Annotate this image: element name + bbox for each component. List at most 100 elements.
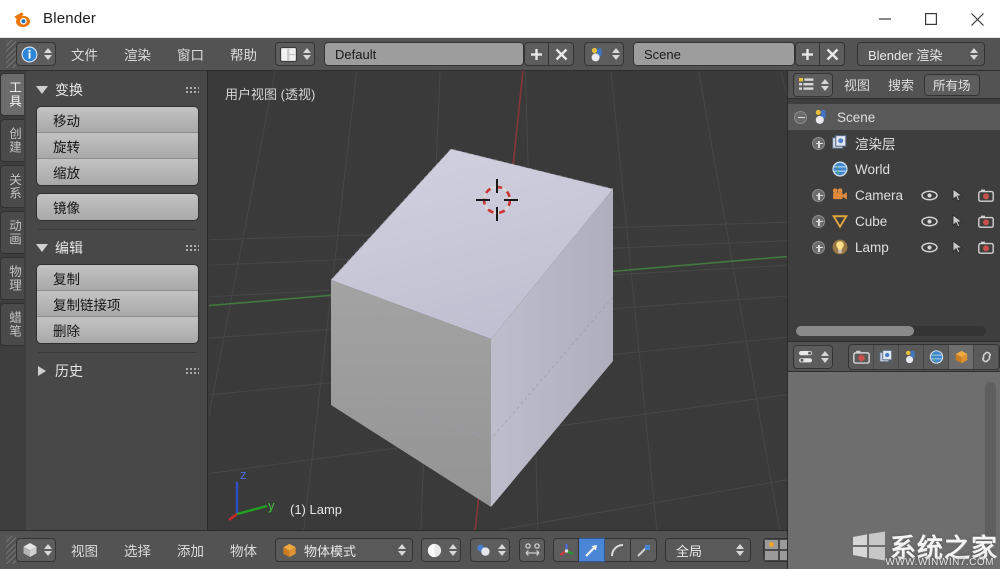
3d-viewport[interactable]: 用户视图 (透视) z y (1) Lamp bbox=[209, 71, 787, 530]
screen-remove-button[interactable] bbox=[549, 42, 574, 66]
outliner-editor-type-selector[interactable] bbox=[793, 72, 833, 97]
section-header-history[interactable]: 历史 bbox=[36, 361, 199, 381]
constraints-tab-icon[interactable] bbox=[974, 344, 999, 369]
tree-row-scene[interactable]: Scene bbox=[788, 104, 1000, 130]
eye-icon[interactable] bbox=[921, 240, 938, 255]
render-engine-selector[interactable]: Blender 渲染 bbox=[857, 42, 985, 66]
mesh-icon bbox=[830, 212, 849, 231]
render-tab-icon[interactable] bbox=[849, 344, 874, 369]
menu-object[interactable]: 物体 bbox=[230, 540, 257, 560]
drag-dots-icon[interactable] bbox=[185, 366, 199, 376]
viewport-shading-selector[interactable] bbox=[421, 538, 461, 562]
screen-add-button[interactable] bbox=[524, 42, 549, 66]
layer-cell[interactable] bbox=[764, 550, 779, 561]
menu-file[interactable]: 文件 bbox=[71, 44, 98, 64]
delete-button[interactable]: 删除 bbox=[37, 317, 198, 343]
scale-button[interactable]: 缩放 bbox=[37, 159, 198, 185]
menu-view[interactable]: 视图 bbox=[844, 75, 870, 94]
minimize-icon[interactable] bbox=[862, 0, 908, 38]
camera-render-icon[interactable] bbox=[977, 188, 994, 203]
menu-select[interactable]: 选择 bbox=[124, 540, 151, 560]
tab-label: 动画 bbox=[7, 219, 21, 246]
sidebar-item-tools[interactable]: 工具 bbox=[0, 73, 24, 116]
properties-scrollbar[interactable] bbox=[985, 382, 996, 542]
cursor-arrow-icon[interactable] bbox=[949, 188, 966, 203]
collapse-toggle-icon[interactable] bbox=[794, 110, 807, 124]
camera-render-icon[interactable] bbox=[977, 240, 994, 255]
expand-toggle-icon[interactable] bbox=[812, 188, 825, 202]
menu-view[interactable]: 视图 bbox=[71, 540, 98, 560]
sidebar-item-physics[interactable]: 物理 bbox=[0, 257, 24, 300]
screen-layout-selector[interactable] bbox=[275, 42, 315, 66]
scene-selector[interactable] bbox=[584, 42, 624, 66]
scene-tab-icon[interactable] bbox=[899, 344, 924, 369]
tree-row-render-layers[interactable]: 渲染层 bbox=[788, 130, 1000, 156]
mirror-button[interactable]: 镜像 bbox=[37, 194, 198, 220]
tree-row-cube[interactable]: Cube bbox=[788, 208, 1000, 234]
rotate-button[interactable]: 旋转 bbox=[37, 133, 198, 159]
outliner-scrollbar[interactable] bbox=[796, 326, 986, 336]
tree-row-camera[interactable]: Camera bbox=[788, 182, 1000, 208]
layer-cell[interactable] bbox=[764, 539, 779, 550]
3d-view-editor-type-selector[interactable] bbox=[16, 538, 56, 562]
chevron-updown-icon bbox=[396, 541, 407, 559]
close-icon[interactable] bbox=[954, 0, 1000, 38]
snap-icon[interactable] bbox=[519, 538, 545, 562]
info-editor-type-selector[interactable] bbox=[16, 42, 56, 66]
menu-render[interactable]: 渲染 bbox=[124, 44, 151, 64]
sidebar-item-relations[interactable]: 关系 bbox=[0, 165, 24, 208]
eye-icon[interactable] bbox=[921, 214, 938, 229]
render-layers-icon bbox=[830, 134, 849, 153]
menu-search[interactable]: 搜索 bbox=[888, 75, 914, 94]
chevron-updown-icon bbox=[447, 541, 458, 559]
expand-toggle-icon[interactable] bbox=[812, 136, 825, 150]
tool-shelf-content: 变换 移动 旋转 缩放 镜像 编辑 复制 复制链接项 删除 历史 bbox=[26, 71, 207, 530]
expand-toggle-icon[interactable] bbox=[812, 214, 825, 228]
translate-button[interactable]: 移动 bbox=[37, 107, 198, 133]
scene-name-field[interactable]: Scene bbox=[633, 42, 795, 66]
interaction-mode-selector[interactable]: 物体模式 bbox=[275, 538, 413, 562]
tree-row-label: Cube bbox=[855, 213, 888, 229]
sidebar-item-create[interactable]: 创建 bbox=[0, 119, 24, 162]
translate-manipulator-icon[interactable] bbox=[579, 538, 605, 562]
divider bbox=[38, 229, 197, 230]
triangle-down-icon bbox=[36, 86, 48, 94]
properties-editor-type-selector[interactable] bbox=[793, 344, 833, 369]
world-tab-icon[interactable] bbox=[924, 344, 949, 369]
duplicate-button[interactable]: 复制 bbox=[37, 265, 198, 291]
mirror-button-group: 镜像 bbox=[36, 193, 199, 221]
tree-row-world[interactable]: World bbox=[788, 156, 1000, 182]
camera-render-icon[interactable] bbox=[977, 214, 994, 229]
transform-orientation-selector[interactable]: 全局 bbox=[665, 538, 751, 562]
drag-dots-icon[interactable] bbox=[185, 243, 199, 253]
section-header-edit[interactable]: 编辑 bbox=[36, 238, 199, 258]
cursor-arrow-icon[interactable] bbox=[949, 240, 966, 255]
sidebar-item-grease-pencil[interactable]: 蜡笔 bbox=[0, 303, 24, 346]
scene-add-button[interactable] bbox=[795, 42, 820, 66]
transform-button-group: 移动 旋转 缩放 bbox=[36, 106, 199, 186]
sidebar-item-animation[interactable]: 动画 bbox=[0, 211, 24, 254]
scale-manipulator-icon[interactable] bbox=[631, 538, 657, 562]
menu-help[interactable]: 帮助 bbox=[230, 44, 257, 64]
info-editor-icon bbox=[20, 45, 39, 64]
tree-row-label: Lamp bbox=[855, 239, 889, 255]
tree-row-lamp[interactable]: Lamp bbox=[788, 234, 1000, 260]
rotate-manipulator-icon[interactable] bbox=[605, 538, 631, 562]
maximize-icon[interactable] bbox=[908, 0, 954, 38]
tree-row-toggles bbox=[921, 188, 994, 203]
eye-icon[interactable] bbox=[921, 188, 938, 203]
duplicate-linked-button[interactable]: 复制链接项 bbox=[37, 291, 198, 317]
screen-layout-name-field[interactable]: Default bbox=[324, 42, 524, 66]
render-layers-tab-icon[interactable] bbox=[874, 344, 899, 369]
drag-dots-icon[interactable] bbox=[185, 85, 199, 95]
pivot-point-selector[interactable] bbox=[470, 538, 510, 562]
menu-window[interactable]: 窗口 bbox=[177, 44, 204, 64]
menu-add[interactable]: 添加 bbox=[177, 540, 204, 560]
object-tab-icon[interactable] bbox=[949, 344, 974, 369]
scene-remove-button[interactable] bbox=[820, 42, 845, 66]
manipulator-toggle-icon[interactable] bbox=[553, 538, 579, 562]
cursor-arrow-icon[interactable] bbox=[949, 214, 966, 229]
expand-toggle-icon[interactable] bbox=[812, 240, 825, 254]
section-header-transform[interactable]: 变换 bbox=[36, 80, 199, 100]
outliner-display-mode-selector[interactable]: 所有场 bbox=[924, 73, 980, 96]
